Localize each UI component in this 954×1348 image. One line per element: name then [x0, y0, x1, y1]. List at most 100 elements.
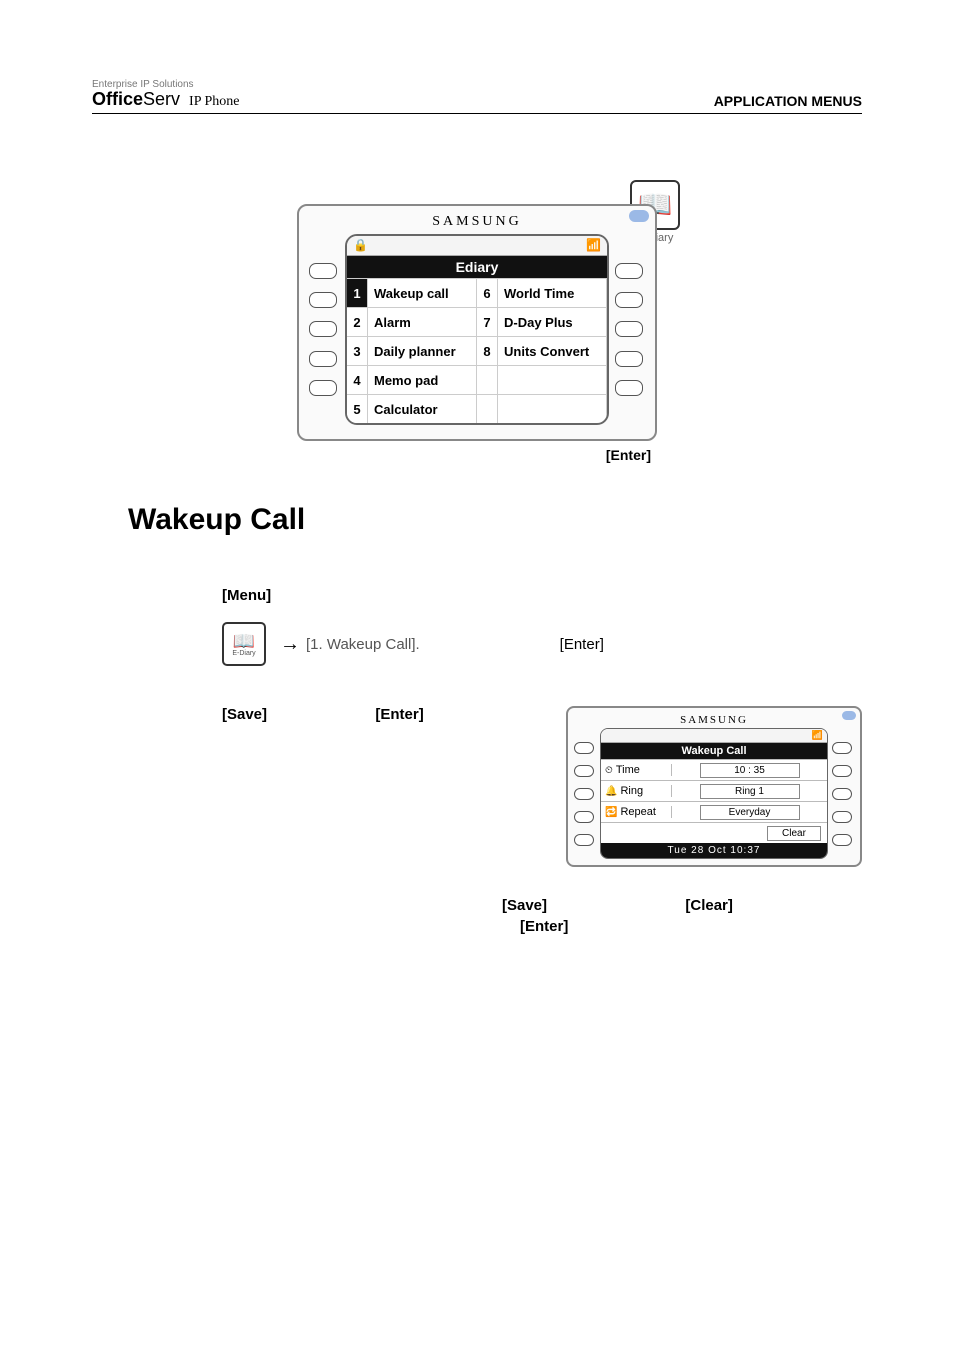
menu-col-left: 1 Wakeup call 2 Alarm 3 Daily planner	[347, 278, 477, 423]
softkey[interactable]	[832, 742, 852, 754]
main-phone-figure: SAMSUNG 🔒 📶 Ediary	[297, 204, 657, 463]
menu-label: D-Day Plus	[498, 308, 607, 336]
clock-icon: ⏲	[605, 765, 613, 776]
page-header: Enterprise IP Solutions OfficeServ IP Ph…	[92, 80, 862, 114]
menu-item-empty	[477, 394, 607, 423]
row-softkey: Clear	[601, 822, 827, 843]
menu-label: Units Convert	[498, 337, 607, 365]
final-step-line: [Save] [Clear]	[502, 897, 862, 914]
menu-number: 3	[347, 337, 368, 365]
save-key-label: [Save]	[502, 897, 547, 914]
nav-led-icon	[629, 210, 649, 222]
lcd-panel: 📶 Wakeup Call ⏲Time 10 : 35 🔔Ring Ring 1	[600, 728, 828, 859]
menu-number: 7	[477, 308, 498, 336]
menu-label: Calculator	[368, 395, 477, 423]
bell-icon: 🔔	[605, 786, 617, 797]
menu-label: Memo pad	[368, 366, 477, 394]
softkey[interactable]	[832, 811, 852, 823]
nav-led-icon	[842, 711, 856, 720]
ediary-mini-icon: 📖 E-Diary	[222, 622, 266, 666]
menu-number	[477, 395, 498, 423]
brand-main: OfficeServ	[92, 89, 185, 109]
ring-value[interactable]: Ring 1	[700, 784, 800, 799]
menu-item-memo-pad[interactable]: 4 Memo pad	[347, 365, 477, 394]
brand-block: Enterprise IP Solutions OfficeServ IP Ph…	[92, 80, 239, 109]
menu-col-right: 6 World Time 7 D-Day Plus 8 Units Conver…	[477, 278, 607, 423]
screen-title-bar: Wakeup Call	[601, 743, 827, 759]
softkey[interactable]	[615, 263, 643, 279]
section-heading-wakeup-call: Wakeup Call	[128, 503, 862, 537]
final-enter-line: [Enter]	[520, 918, 862, 935]
settings-rows: ⏲Time 10 : 35 🔔Ring Ring 1 🔁Repeat Every…	[601, 759, 827, 843]
phone-screen: SAMSUNG 🔒 📶 Ediary	[297, 204, 657, 441]
enter-key-label: [Enter]	[560, 636, 604, 653]
repeat-icon: 🔁	[605, 807, 617, 818]
row-repeat[interactable]: 🔁Repeat Everyday	[601, 801, 827, 822]
menu-label: Alarm	[368, 308, 477, 336]
menu-label: Wakeup call	[368, 279, 477, 307]
screen-title-bar: Ediary	[347, 256, 607, 278]
softkey[interactable]	[615, 351, 643, 367]
menu-label	[498, 395, 607, 423]
right-softkeys	[615, 234, 645, 425]
repeat-value[interactable]: Everyday	[700, 805, 800, 820]
menu-label: World Time	[498, 279, 607, 307]
step-navigate-line: 📖 E-Diary → [1. Wakeup Call]. [Enter]	[222, 622, 862, 666]
softkey[interactable]	[832, 788, 852, 800]
right-softkeys	[832, 728, 854, 859]
menu-grid: 1 Wakeup call 2 Alarm 3 Daily planner	[347, 278, 607, 423]
menu-label	[498, 366, 607, 394]
menu-item-world-time[interactable]: 6 World Time	[477, 278, 607, 307]
status-bar: 📶	[601, 729, 827, 743]
softkey[interactable]	[832, 834, 852, 846]
softkey[interactable]	[615, 292, 643, 308]
menu-number: 6	[477, 279, 498, 307]
menu-item-wakeup-call[interactable]: 1 Wakeup call	[347, 278, 477, 307]
softkey[interactable]	[309, 380, 337, 396]
lock-icon: 🔒	[353, 238, 368, 253]
enter-key-label: [Enter]	[297, 447, 651, 463]
softkey[interactable]	[574, 788, 594, 800]
menu-number: 2	[347, 308, 368, 336]
arrow-icon: →	[280, 633, 300, 656]
softkey[interactable]	[309, 292, 337, 308]
softkey[interactable]	[574, 834, 594, 846]
softkey[interactable]	[309, 263, 337, 279]
row-time[interactable]: ⏲Time 10 : 35	[601, 759, 827, 780]
signal-icon: 📶	[812, 730, 823, 741]
softkey[interactable]	[309, 321, 337, 337]
menu-item-empty	[477, 365, 607, 394]
save-step-row: [Save] [Enter] SAMSUNG 📶	[222, 706, 862, 867]
menu-number: 8	[477, 337, 498, 365]
row-label: Repeat	[620, 806, 655, 818]
menu-key-label: [Menu]	[222, 587, 271, 604]
row-ring[interactable]: 🔔Ring Ring 1	[601, 780, 827, 801]
softkey[interactable]	[574, 811, 594, 823]
menu-number: 1	[347, 279, 368, 307]
softkey[interactable]	[574, 765, 594, 777]
softkey[interactable]	[574, 742, 594, 754]
softkey[interactable]	[615, 380, 643, 396]
menu-number: 5	[347, 395, 368, 423]
brand-bold: Office	[92, 89, 143, 109]
clear-softkey[interactable]: Clear	[767, 826, 821, 841]
menu-item-units-convert[interactable]: 8 Units Convert	[477, 336, 607, 365]
softkey[interactable]	[309, 351, 337, 367]
phone-brand-label: SAMSUNG	[574, 714, 854, 726]
enter-key-label: [Enter]	[375, 706, 423, 723]
softkey[interactable]	[832, 765, 852, 777]
menu-item-calculator[interactable]: 5 Calculator	[347, 394, 477, 423]
signal-icon: 📶	[586, 238, 601, 253]
menu-item-daily-planner[interactable]: 3 Daily planner	[347, 336, 477, 365]
left-softkeys	[309, 234, 339, 425]
row-label: Ring	[620, 785, 643, 797]
softkey[interactable]	[615, 321, 643, 337]
mini-icon-label: E-Diary	[232, 650, 255, 657]
clock-bar: Tue 28 Oct 10:37	[601, 843, 827, 858]
clear-key-label: [Clear]	[685, 897, 733, 914]
menu-item-alarm[interactable]: 2 Alarm	[347, 307, 477, 336]
save-step-text: [Save] [Enter]	[222, 706, 566, 723]
menu-item-dday-plus[interactable]: 7 D-Day Plus	[477, 307, 607, 336]
step-menu-line: [Menu]	[222, 587, 862, 604]
time-value[interactable]: 10 : 35	[700, 763, 800, 778]
